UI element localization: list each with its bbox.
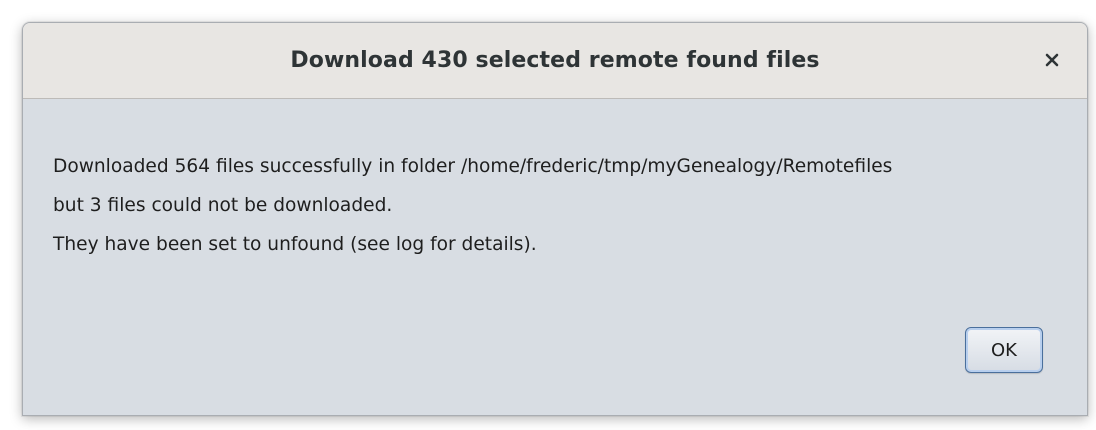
ok-button[interactable]: OK: [965, 327, 1043, 373]
dialog-titlebar[interactable]: Download 430 selected remote found files: [23, 23, 1087, 99]
dialog-message: Downloaded 564 files successfully in fol…: [53, 147, 1067, 264]
message-line-3: They have been set to unfound (see log f…: [53, 234, 537, 255]
dialog-title: Download 430 selected remote found files: [290, 48, 820, 73]
close-icon[interactable]: [1039, 47, 1065, 73]
download-result-dialog: Download 430 selected remote found files…: [22, 22, 1088, 416]
message-line-1: Downloaded 564 files successfully in fol…: [53, 156, 893, 177]
message-line-2: but 3 files could not be downloaded.: [53, 195, 393, 216]
